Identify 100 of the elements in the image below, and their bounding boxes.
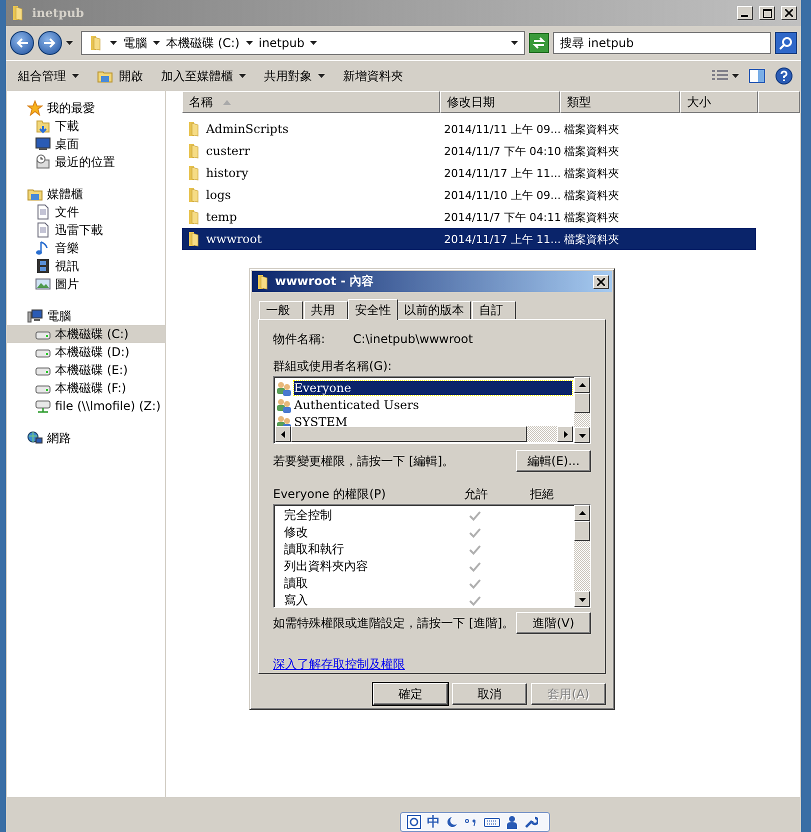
- vertical-scrollbar[interactable]: [574, 377, 590, 443]
- sidebar-item[interactable]: 文件: [7, 203, 165, 221]
- user-list[interactable]: Everyone Authenticated Users SYSTEM: [273, 376, 591, 444]
- sidebar-item[interactable]: 電腦: [7, 307, 165, 325]
- close-icon: [597, 278, 605, 286]
- minimize-button[interactable]: [737, 6, 753, 20]
- address-bar[interactable]: 電腦 本機磁碟 (C:) inetpub: [81, 31, 525, 55]
- close-button[interactable]: [593, 274, 609, 288]
- file-row[interactable]: logs 2014/11/10 上午 09... 檔案資料夾: [182, 184, 756, 206]
- caret-icon[interactable]: [72, 74, 79, 78]
- help-link[interactable]: 深入了解存取控制及權限: [273, 656, 591, 673]
- user-list-item[interactable]: Authenticated Users: [276, 396, 572, 414]
- dialog-button[interactable]: 取消: [452, 683, 527, 705]
- permission-name: 修改: [284, 524, 309, 541]
- file-type: 檔案資料夾: [563, 144, 620, 158]
- tab[interactable]: 安全性: [348, 299, 398, 320]
- back-button[interactable]: [10, 31, 34, 55]
- caret-icon[interactable]: [732, 74, 739, 78]
- preview-pane-button[interactable]: [747, 66, 767, 86]
- permission-name: 列出資料夾內容: [284, 558, 369, 575]
- users-label: 群組或使用者名稱(G):: [273, 358, 393, 374]
- sidebar-item[interactable]: 本機磁碟 (C:): [7, 325, 165, 343]
- toolbar-button[interactable]: 組合管理: [12, 66, 85, 86]
- toolbar-button[interactable]: 共用對象: [258, 66, 331, 86]
- close-button[interactable]: [781, 6, 797, 20]
- advanced-button[interactable]: 進階(V): [516, 612, 591, 634]
- sidebar-item[interactable]: 網路: [7, 429, 165, 447]
- permission-name: 讀取: [284, 575, 309, 592]
- file-name: custerr: [206, 144, 250, 158]
- file-name: history: [206, 166, 248, 180]
- horizontal-scrollbar[interactable]: [275, 426, 573, 442]
- breadcrumb-caret-icon[interactable]: [246, 41, 253, 45]
- edit-button[interactable]: 編輯(E)...: [516, 450, 591, 472]
- sidebar-item[interactable]: 本機磁碟 (F:): [7, 379, 165, 397]
- file-row[interactable]: custerr 2014/11/7 下午 04:10 檔案資料夾: [182, 140, 756, 162]
- modified-date: 2014/11/11 上午 09...: [443, 122, 560, 136]
- sidebar-item[interactable]: 本機磁碟 (E:): [7, 361, 165, 379]
- sidebar-item[interactable]: 媒體櫃: [7, 185, 165, 203]
- object-name-label: 物件名稱:: [273, 330, 326, 348]
- forward-button[interactable]: [38, 31, 62, 55]
- file-name: AdminScripts: [206, 122, 288, 136]
- sidebar-item[interactable]: file (\\lmofile) (Z:): [7, 397, 165, 415]
- column-header[interactable]: 類型: [560, 91, 680, 113]
- file-row[interactable]: history 2014/11/17 上午 11... 檔案資料夾: [182, 162, 756, 184]
- toolbar-button[interactable]: 加入至媒體櫃: [155, 66, 252, 86]
- allow-header: 允許: [463, 486, 489, 502]
- breadcrumb-caret-icon[interactable]: [110, 41, 117, 45]
- sidebar-item[interactable]: 我的最愛: [7, 99, 165, 117]
- file-row[interactable]: AdminScripts 2014/11/11 上午 09... 檔案資料夾: [182, 118, 756, 140]
- sidebar-item[interactable]: 本機磁碟 (D:): [7, 343, 165, 361]
- toolbar-button[interactable]: 開啟: [91, 66, 149, 86]
- sidebar-item[interactable]: 圖片: [7, 275, 165, 293]
- object-name-value: C:\inetpub\wwwroot: [353, 332, 473, 346]
- tab[interactable]: 自訂: [472, 301, 516, 319]
- caret-icon[interactable]: [318, 74, 325, 78]
- search-icon: [779, 36, 793, 50]
- scrollbar-thumb[interactable]: [291, 426, 527, 442]
- sidebar-item[interactable]: 下載: [7, 117, 165, 135]
- tab[interactable]: 以前的版本: [397, 301, 471, 319]
- breadcrumb[interactable]: 本機磁碟 (C:): [166, 34, 240, 52]
- column-header[interactable]: 修改日期: [440, 91, 560, 113]
- sort-ascending-icon: [223, 100, 231, 104]
- scroll-down-arrow-icon: [578, 432, 586, 438]
- address-dropdown-icon[interactable]: [511, 41, 518, 45]
- help-button[interactable]: [773, 65, 795, 87]
- scroll-down-arrow-icon: [578, 596, 586, 602]
- caret-icon[interactable]: [239, 74, 246, 78]
- sidebar-item[interactable]: 音樂: [7, 239, 165, 257]
- window-title: inetpub: [32, 6, 85, 20]
- breadcrumb[interactable]: 電腦: [123, 34, 147, 52]
- file-row[interactable]: wwwroot 2014/11/17 上午 11... 檔案資料夾: [182, 228, 756, 250]
- search-field[interactable]: 搜尋 inetpub: [553, 32, 771, 54]
- refresh-icon: [532, 36, 546, 50]
- sidebar-item[interactable]: 迅雷下載: [7, 221, 165, 239]
- scrollbar-thumb[interactable]: [574, 521, 590, 541]
- computer-icon: [27, 308, 43, 324]
- sidebar-item[interactable]: 最近的位置: [7, 153, 165, 171]
- toolbar-button[interactable]: 新增資料夾: [337, 66, 409, 86]
- file-name: temp: [206, 210, 237, 224]
- search-button[interactable]: [775, 32, 797, 54]
- column-header[interactable]: 名稱: [182, 91, 440, 113]
- tab[interactable]: 一般: [259, 301, 303, 319]
- breadcrumb-caret-icon[interactable]: [153, 41, 160, 45]
- column-header[interactable]: 大小: [680, 91, 758, 113]
- tab[interactable]: 共用: [304, 301, 348, 319]
- refresh-button[interactable]: [529, 33, 549, 53]
- breadcrumb-caret-icon[interactable]: [310, 41, 318, 45]
- sidebar-item[interactable]: 視訊: [7, 257, 165, 275]
- breadcrumb[interactable]: inetpub: [258, 36, 304, 50]
- folder-icon: [35, 118, 51, 134]
- vertical-scrollbar[interactable]: [574, 505, 590, 607]
- history-caret-icon[interactable]: [66, 41, 73, 45]
- file-row[interactable]: temp 2014/11/7 下午 04:11 檔案資料夾: [182, 206, 756, 228]
- scrollbar-thumb[interactable]: [574, 393, 590, 414]
- network-drive-icon: [35, 398, 51, 414]
- sidebar-item[interactable]: 桌面: [7, 135, 165, 153]
- maximize-button[interactable]: [759, 6, 775, 20]
- dialog-button[interactable]: 確定: [373, 683, 448, 705]
- permissions-label: Everyone 的權限(P): [273, 486, 387, 502]
- modified-date: 2014/11/10 上午 09...: [443, 188, 560, 202]
